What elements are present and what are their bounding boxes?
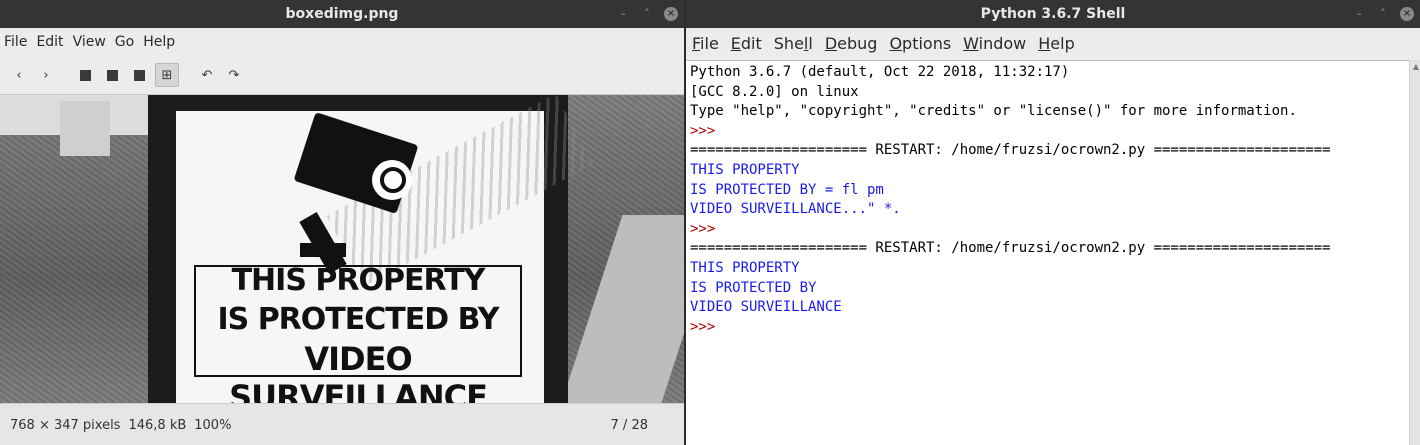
viewer-titlebar[interactable]: boxedimg.png – ˄ × bbox=[0, 0, 684, 28]
menu-file[interactable]: File bbox=[4, 34, 27, 50]
rotate-right-icon[interactable]: ↷ bbox=[223, 64, 245, 86]
zoom-in-icon[interactable] bbox=[101, 64, 123, 86]
minimize-icon[interactable]: – bbox=[616, 7, 630, 21]
photo-wall bbox=[60, 101, 110, 156]
viewer-toolbar: ‹ › ⊞ ↶ ↷ bbox=[0, 56, 684, 95]
sign-text-line-3: VIDEO SURVEILLANCE bbox=[229, 340, 488, 403]
minimize-icon[interactable]: – bbox=[1352, 7, 1366, 21]
menu-help[interactable]: Help bbox=[143, 34, 175, 50]
image-canvas[interactable]: THIS PROPERTY IS PROTECTED BY VIDEO SURV… bbox=[0, 95, 684, 403]
shell-title: Python 3.6.7 Shell bbox=[980, 6, 1126, 22]
close-icon[interactable]: × bbox=[664, 7, 678, 21]
zoom-level: 100% bbox=[194, 418, 232, 433]
shell-menubar: File Edit Shell Debug Options Window Help bbox=[686, 28, 1420, 58]
menu-edit[interactable]: Edit bbox=[36, 34, 63, 50]
shell-line: VIDEO SURVEILLANCE bbox=[690, 299, 842, 316]
shell-line: ===================== RESTART: /home/fru… bbox=[690, 240, 1331, 257]
shell-menu-window[interactable]: Window bbox=[963, 34, 1026, 53]
shell-menu-shell[interactable]: Shell bbox=[774, 34, 813, 53]
shell-menu-debug[interactable]: Debug bbox=[825, 34, 878, 53]
shell-line: ===================== RESTART: /home/fru… bbox=[690, 142, 1331, 159]
shell-output[interactable]: Python 3.6.7 (default, Oct 22 2018, 11:3… bbox=[686, 60, 1410, 445]
image-file-size: 146,8 kB bbox=[128, 418, 187, 433]
shell-line: IS PROTECTED BY = fl pm bbox=[690, 181, 884, 198]
image-dimensions: 768 × 347 pixels bbox=[10, 418, 121, 433]
sign-text-line-1: THIS PROPERTY bbox=[231, 263, 486, 298]
shell-line: VIDEO SURVEILLANCE..." *. bbox=[690, 201, 901, 218]
shell-line: Python 3.6.7 (default, Oct 22 2018, 11:3… bbox=[690, 64, 1070, 80]
camera-mount bbox=[300, 243, 346, 257]
sign-text-line-2: IS PROTECTED BY bbox=[217, 302, 499, 337]
viewer-title: boxedimg.png bbox=[285, 6, 399, 22]
shell-scrollbar[interactable] bbox=[1409, 60, 1420, 445]
viewer-menubar: File Edit View Go Help bbox=[0, 28, 684, 56]
prev-arrow-icon[interactable]: ‹ bbox=[8, 64, 30, 86]
image-viewer-window: boxedimg.png – ˄ × File Edit View Go Hel… bbox=[0, 0, 684, 445]
camera-lens-ring bbox=[380, 167, 406, 193]
shell-prompt: >>> bbox=[690, 122, 724, 139]
shell-menu-edit[interactable]: Edit bbox=[731, 34, 762, 53]
shell-line: Type "help", "copyright", "credits" or "… bbox=[690, 103, 1297, 120]
shell-line: IS PROTECTED BY bbox=[690, 279, 817, 296]
zoom-out-icon[interactable] bbox=[74, 64, 96, 86]
normal-size-icon[interactable] bbox=[128, 64, 150, 86]
shell-line: [GCC 8.2.0] on linux bbox=[690, 83, 859, 100]
scroll-up-arrow-icon[interactable]: ▲ bbox=[1413, 62, 1419, 71]
shell-menu-file[interactable]: File bbox=[692, 34, 719, 53]
maximize-icon[interactable]: ˄ bbox=[1376, 7, 1390, 21]
image-position: 7 / 28 bbox=[610, 418, 648, 433]
shell-menu-options[interactable]: Options bbox=[889, 34, 951, 53]
best-fit-icon[interactable]: ⊞ bbox=[155, 63, 179, 87]
close-icon[interactable]: × bbox=[1400, 7, 1414, 21]
shell-prompt: >>> bbox=[690, 318, 724, 335]
python-shell-window: Python 3.6.7 Shell – ˄ × File Edit Shell De… bbox=[686, 0, 1420, 445]
rotate-left-icon[interactable]: ↶ bbox=[196, 64, 218, 86]
menu-go[interactable]: Go bbox=[115, 34, 134, 50]
next-arrow-icon[interactable]: › bbox=[35, 64, 57, 86]
shell-prompt: >>> bbox=[690, 220, 724, 237]
viewer-statusbar: 768 × 347 pixels 146,8 kB 100% 7 / 28 bbox=[0, 403, 684, 445]
shell-titlebar[interactable]: Python 3.6.7 Shell – ˄ × bbox=[686, 0, 1420, 28]
shell-line: THIS PROPERTY bbox=[690, 161, 800, 178]
maximize-icon[interactable]: ˄ bbox=[640, 7, 654, 21]
shell-menu-help[interactable]: Help bbox=[1038, 34, 1074, 53]
shell-line: THIS PROPERTY bbox=[690, 259, 800, 276]
menu-view[interactable]: View bbox=[73, 34, 106, 50]
